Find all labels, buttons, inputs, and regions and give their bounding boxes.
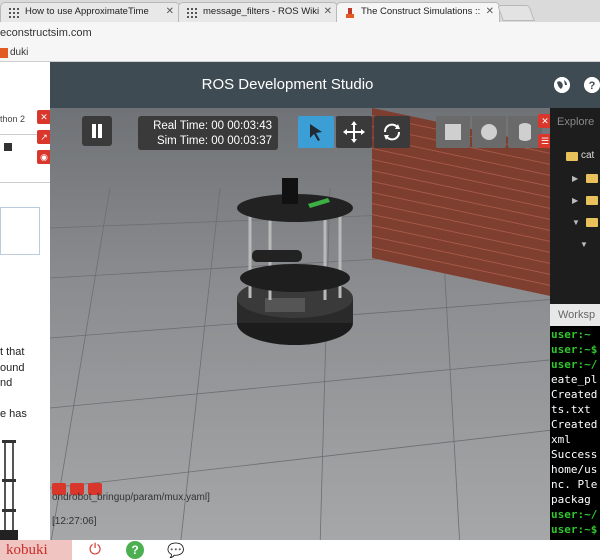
ros-development-studio: ROS Development Studio ? Real Time: 00 0… (50, 62, 600, 540)
sphere-icon (481, 124, 497, 140)
external-link-icon[interactable]: ↗ (37, 130, 51, 144)
folder-icon[interactable] (566, 152, 578, 161)
explorer-title: Explore (557, 116, 595, 128)
close-panel-icon[interactable]: ✕ (37, 110, 51, 124)
sphere-shape-button[interactable] (472, 116, 506, 148)
real-time-text: Real Time: 00 00:03:43 (153, 120, 272, 132)
tab-label: message_filters - ROS Wiki (203, 6, 320, 17)
terminal-line: Created (551, 388, 598, 401)
construct-favicon-icon (346, 8, 354, 18)
cylinder-shape-button[interactable] (508, 116, 542, 148)
grid-favicon-icon (187, 8, 197, 18)
workspace-header: Worksp (550, 304, 600, 326)
folder-icon[interactable] (586, 196, 598, 205)
browser-tab-message-filters[interactable]: message_filters - ROS Wiki ✕ (178, 2, 338, 22)
kernel-language-label: thon 2 (0, 114, 26, 124)
terminal-line: user:~$ (551, 523, 598, 536)
terminal-line: eate_pl (551, 373, 598, 386)
close-tab-icon[interactable]: ✕ (486, 6, 494, 17)
pause-button[interactable] (82, 116, 112, 146)
notebook-text-line: e has (0, 408, 27, 420)
notebook-header (0, 62, 50, 107)
new-tab-button[interactable] (497, 5, 535, 21)
terminal-line: xml (551, 433, 571, 446)
notebook-text-line: ound (0, 362, 25, 374)
turtlebot-robot-model[interactable] (230, 178, 360, 348)
select-tool-button[interactable] (298, 116, 334, 148)
stop-icon[interactable] (4, 143, 12, 151)
app-title: ROS Development Studio (201, 76, 374, 93)
close-tab-icon[interactable]: ✕ (166, 6, 174, 17)
globe-icon[interactable] (554, 77, 570, 93)
notebook-cell[interactable] (0, 207, 40, 255)
bookmark-item[interactable]: duki (10, 47, 28, 58)
notebook-text-line: t that (0, 346, 25, 358)
bottom-bar: kobuki ⏻ ? 💬 (0, 540, 600, 560)
folder-label[interactable]: cat (581, 150, 594, 161)
bookmark-icon (0, 48, 8, 58)
terminal-line: nc. Ple (551, 478, 598, 491)
terminal-line: user:~/ (551, 358, 598, 371)
rotate-icon (384, 123, 400, 141)
log-line: ondrobot_bringup/param/mux.yaml] (52, 492, 210, 503)
tab-label: The Construct Simulations :: (361, 6, 481, 17)
terminal-line: user:~ (551, 328, 591, 341)
robot-name-label: kobuki (0, 540, 72, 560)
notebook-toolbar (2, 141, 38, 153)
url-text: econstructsim.com (0, 27, 92, 39)
gazebo-simulation-view[interactable]: Real Time: 00 00:03:43 Sim Time: 00 00:0… (50, 108, 550, 540)
terminal-line: Success (551, 448, 598, 461)
box-shape-button[interactable] (436, 116, 470, 148)
expand-arrow-icon[interactable]: ▶ (572, 196, 578, 205)
terminal-line: ts.txt (551, 403, 591, 416)
terminal-line: packag (551, 493, 591, 506)
power-icon[interactable]: ⏻ (86, 541, 104, 559)
terminal-line: Created (551, 418, 598, 431)
robot-diagram-image (0, 440, 18, 540)
divider (0, 182, 50, 183)
hide-panel-icon[interactable]: ◉ (37, 150, 51, 164)
simulation-time-display: Real Time: 00 00:03:43 Sim Time: 00 00:0… (138, 116, 278, 150)
svg-text:?: ? (589, 80, 596, 92)
rotate-tool-button[interactable] (374, 116, 410, 148)
collapse-arrow-icon[interactable]: ▼ (572, 218, 580, 227)
help-icon[interactable]: ? (584, 77, 600, 93)
terminal-line: user:~/ (551, 508, 598, 521)
log-timestamp: [12:27:06] (52, 516, 97, 527)
translate-tool-button[interactable] (336, 116, 372, 148)
box-icon (445, 124, 461, 140)
shell-terminal[interactable]: user:~ user:~$ user:~/ eate_pl Created ts.txt… (550, 326, 600, 540)
folder-icon[interactable] (586, 174, 598, 183)
collapse-arrow-icon[interactable]: ▼ (580, 240, 588, 249)
tab-label: How to use ApproximateTime (25, 6, 149, 17)
move-arrows-icon (343, 121, 365, 143)
bookmarks-bar: duki (0, 44, 600, 62)
browser-tab-approximatetime[interactable]: How to use ApproximateTime ✕ (0, 2, 180, 22)
browser-tab-bar: How to use ApproximateTime ✕ message_fil… (0, 0, 600, 23)
chat-icon[interactable]: 💬 (166, 542, 186, 558)
close-tab-icon[interactable]: ✕ (324, 6, 332, 17)
grid-favicon-icon (9, 8, 19, 18)
terminal-line: user:~$ (551, 343, 598, 356)
address-bar[interactable]: econstructsim.com (0, 22, 600, 44)
cylinder-icon (519, 123, 531, 141)
terminal-line: home/us (551, 463, 598, 476)
browser-tab-construct-simulations[interactable]: The Construct Simulations :: ✕ (336, 2, 500, 23)
notebook-text-line: nd (0, 377, 13, 389)
folder-icon[interactable] (586, 218, 598, 227)
app-header: ROS Development Studio ? (50, 62, 600, 108)
cursor-arrow-icon (310, 124, 322, 141)
sim-time-text: Sim Time: 00 00:03:37 (156, 135, 272, 147)
file-explorer: Explore cat ▶ ▶ ▼ ▼ (550, 108, 600, 304)
help-icon[interactable]: ? (126, 541, 144, 559)
expand-arrow-icon[interactable]: ▶ (572, 174, 578, 183)
